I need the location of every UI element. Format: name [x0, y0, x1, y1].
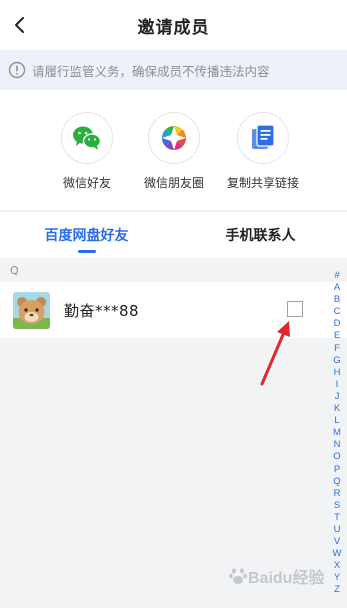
select-checkbox[interactable]: [287, 301, 303, 317]
alphabet-index-letter[interactable]: T: [334, 512, 340, 524]
alphabet-index-letter[interactable]: B: [334, 294, 340, 306]
notice-text: 请履行监管义务，确保成员不传播违法内容: [32, 63, 270, 79]
alphabet-index-letter[interactable]: E: [334, 330, 340, 342]
section-header-letter: Q: [10, 264, 19, 277]
alphabet-index-letter[interactable]: Z: [334, 584, 340, 596]
alphabet-index-letter[interactable]: A: [334, 282, 340, 294]
wechat-moments-icon: [148, 112, 200, 164]
alphabet-index-letter[interactable]: H: [334, 367, 341, 379]
contact-name: 勤奋***88: [64, 302, 140, 320]
avatar: [13, 292, 50, 329]
share-label-wechat-friend: 微信好友: [62, 176, 111, 190]
share-label-copy-link: 复制共享链接: [226, 176, 299, 190]
alphabet-index-letter[interactable]: Q: [333, 476, 340, 488]
alphabet-index-letter[interactable]: P: [334, 464, 340, 476]
alphabet-index-letter[interactable]: V: [334, 536, 340, 548]
watermark-text: Baidu经验: [248, 570, 325, 587]
alphabet-index-letter[interactable]: D: [334, 318, 341, 330]
alphabet-index-letter[interactable]: G: [333, 355, 340, 367]
alphabet-index[interactable]: # A B C D E F G H I J K L M N O P Q R S T U V W X Y Z: [330, 270, 344, 597]
alphabet-index-letter[interactable]: L: [334, 415, 339, 427]
alphabet-index-letter[interactable]: Y: [334, 572, 340, 584]
alphabet-index-letter[interactable]: R: [334, 488, 341, 500]
wechat-icon: [61, 112, 113, 164]
page-title: 邀请成员: [137, 17, 210, 38]
alphabet-index-letter[interactable]: #: [334, 270, 339, 282]
alphabet-index-letter[interactable]: U: [334, 524, 341, 536]
baidu-paw-icon: [229, 568, 247, 584]
copy-link-icon: [237, 112, 289, 164]
alphabet-index-letter[interactable]: J: [335, 391, 340, 403]
tab-phone-contacts[interactable]: 手机联系人: [174, 212, 347, 258]
baidu-watermark: Baidu经验: [228, 562, 328, 590]
chevron-left-icon: [15, 17, 24, 33]
tab-bar: 百度网盘好友 手机联系人: [0, 211, 347, 258]
alphabet-index-letter[interactable]: N: [334, 439, 341, 451]
alphabet-index-letter[interactable]: I: [336, 379, 339, 391]
alphabet-index-letter[interactable]: C: [334, 306, 341, 318]
alphabet-index-letter[interactable]: K: [334, 403, 340, 415]
alphabet-index-letter[interactable]: O: [333, 451, 340, 463]
back-button[interactable]: [6, 11, 34, 39]
info-icon: [8, 61, 26, 79]
red-arrow-annotation: [260, 321, 290, 386]
alphabet-index-letter[interactable]: S: [334, 500, 340, 512]
alphabet-index-letter[interactable]: W: [333, 548, 342, 560]
share-copy-link[interactable]: 复制共享链接: [218, 112, 308, 191]
share-wechat-friend[interactable]: 微信好友: [42, 112, 132, 191]
alphabet-index-letter[interactable]: M: [333, 427, 341, 439]
alphabet-index-letter[interactable]: F: [334, 343, 340, 355]
alphabet-index-letter[interactable]: X: [334, 560, 340, 572]
active-tab-indicator: [78, 250, 96, 253]
share-panel: 微信好友 微信朋友圈 复制共享链接: [0, 90, 347, 210]
notice-bar: 请履行监管义务，确保成员不传播违法内容: [0, 50, 347, 90]
share-label-wechat-moments: 微信朋友圈: [143, 176, 204, 190]
top-bar: 邀请成员: [0, 0, 347, 50]
share-wechat-moments[interactable]: 微信朋友圈: [129, 112, 219, 191]
